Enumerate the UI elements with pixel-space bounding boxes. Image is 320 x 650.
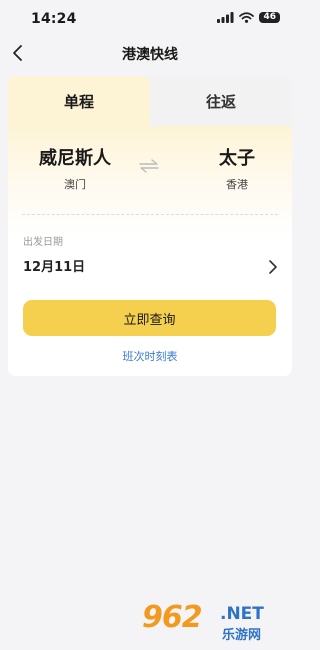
search-card: 单程 往返 威尼斯人 澳门 太子 香港 出发日期 12月11日 立即查询 班次时… xyxy=(8,76,292,376)
watermark-logo: 962 .NET 乐游网 xyxy=(142,600,292,643)
departure-station-name: 威尼斯人 xyxy=(39,148,111,169)
date-picker-row[interactable]: 12月11日 xyxy=(23,256,278,278)
search-button[interactable]: 立即查询 xyxy=(23,300,276,336)
battery-icon: 46 xyxy=(259,12,280,23)
swap-icon[interactable] xyxy=(138,158,160,174)
arrival-station[interactable]: 太子 香港 xyxy=(182,144,292,192)
arrival-station-name: 太子 xyxy=(219,148,255,169)
status-time: 14:24 xyxy=(31,11,77,27)
tab-round-trip[interactable]: 往返 xyxy=(150,76,292,126)
watermark-brand: 962 xyxy=(142,600,203,635)
watermark-domain: .NET xyxy=(220,604,264,624)
trip-type-tabs: 单程 往返 xyxy=(8,76,292,126)
page-title: 港澳快线 xyxy=(122,47,178,63)
watermark-subtitle: 乐游网 xyxy=(222,628,262,643)
timetable-link[interactable]: 班次时刻表 xyxy=(8,348,292,364)
wifi-icon xyxy=(239,12,255,23)
status-icons: 46 xyxy=(217,12,280,23)
divider xyxy=(22,214,278,215)
tab-one-way[interactable]: 单程 xyxy=(8,76,150,126)
route-section: 威尼斯人 澳门 太子 香港 xyxy=(8,126,292,236)
signal-icon xyxy=(217,12,234,23)
chevron-right-icon xyxy=(269,260,277,274)
departure-station[interactable]: 威尼斯人 澳门 xyxy=(20,144,130,192)
nav-bar: 港澳快线 xyxy=(0,36,300,70)
status-bar: 14:24 46 xyxy=(0,0,300,36)
departure-city: 澳门 xyxy=(64,178,86,191)
date-value: 12月11日 xyxy=(23,260,86,275)
date-label: 出发日期 xyxy=(23,237,63,248)
arrival-city: 香港 xyxy=(226,178,248,191)
